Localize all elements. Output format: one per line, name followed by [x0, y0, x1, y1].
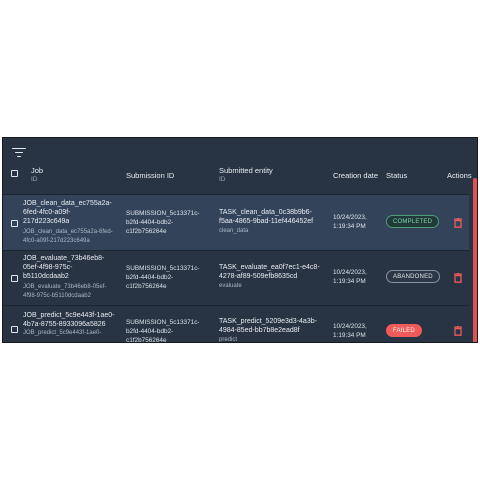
filter-icon[interactable] [12, 147, 26, 159]
vertical-scrollbar[interactable] [473, 178, 477, 342]
job-id: JOB_clean_data_ec755a2a-6fed- 4fc0-a09f-… [23, 229, 113, 244]
delete-icon[interactable] [454, 218, 462, 228]
submission-column-header[interactable]: Submission ID [126, 171, 174, 180]
actions-column-header: Actions [447, 171, 472, 180]
job-header-label: Job [31, 166, 44, 175]
creation-date: 10/24/2023, 1:19:34 PM [333, 269, 367, 285]
jobs-table-panel: Job ID Submission ID Submitted entity ID… [2, 137, 478, 343]
table-row[interactable]: JOB_evaluate_73b46eb8- 05ef-4f98-975c- b… [3, 250, 469, 306]
entity-header-label: Submitted entity [219, 166, 273, 175]
row-checkbox[interactable] [11, 275, 18, 282]
task-name[interactable]: TASK_predict_5209e3d3-4a3b- 4984-85ed-bb… [219, 317, 317, 335]
task-function: predict [219, 337, 238, 343]
status-badge: FAILED [386, 324, 422, 337]
task-name[interactable]: TASK_evaluate_ea0f7ec1-e4c8- 4278-af89-5… [219, 263, 320, 281]
job-name[interactable]: JOB_clean_data_ec755a2a- 6fed-4fc0-a09f-… [23, 199, 112, 226]
table-header: Job ID Submission ID Submitted entity ID… [3, 166, 477, 192]
job-id: JOB_predict_5c9e443f-1ae0- [23, 330, 102, 336]
job-id: JOB_evaluate_73b46eb8-05ef- 4f98-975c-b5… [23, 284, 107, 299]
entity-column-header[interactable]: Submitted entity ID [219, 166, 273, 184]
entity-header-sub: ID [219, 176, 226, 183]
row-checkbox[interactable] [11, 326, 18, 333]
creation-date: 10/24/2023, 1:19:34 PM [333, 214, 367, 230]
job-name[interactable]: JOB_evaluate_73b46eb8- 05ef-4f98-975c- b… [23, 254, 104, 281]
task-name[interactable]: TASK_clean_data_0c38b9b6- f5aa-4865-9bad… [219, 208, 313, 226]
job-header-sub: ID [31, 176, 38, 183]
creation-date: 10/24/2023, 1:19:34 PM [333, 323, 367, 339]
task-function: clean_data [219, 228, 249, 234]
select-all-checkbox[interactable] [11, 170, 18, 177]
status-column-header[interactable]: Status [386, 171, 407, 180]
submission-id: SUBMISSION_5c13371c- b2fd-4404-bdb2- c1f… [126, 210, 200, 235]
submission-id: SUBMISSION_5c13371c- b2fd-4404-bdb2- c1f… [126, 265, 200, 290]
creation-date-column-header[interactable]: Creation date [333, 171, 378, 180]
table-row[interactable]: JOB_predict_5c9e443f-1ae0- 4b7a-8755-893… [3, 305, 469, 343]
status-badge: ABANDONED [386, 270, 440, 283]
job-name[interactable]: JOB_predict_5c9e443f-1ae0- 4b7a-8755-893… [23, 311, 114, 329]
delete-icon[interactable] [454, 326, 462, 336]
task-function: evaluate [219, 283, 242, 289]
submission-id: SUBMISSION_5c13371c- b2fd-4404-bdb2- c1f… [126, 319, 200, 343]
status-badge: COMPLETED [386, 215, 440, 228]
delete-icon[interactable] [454, 273, 462, 283]
job-column-header[interactable]: Job ID [31, 166, 43, 184]
row-checkbox[interactable] [11, 220, 18, 227]
table-row[interactable]: JOB_clean_data_ec755a2a- 6fed-4fc0-a09f-… [3, 194, 469, 251]
